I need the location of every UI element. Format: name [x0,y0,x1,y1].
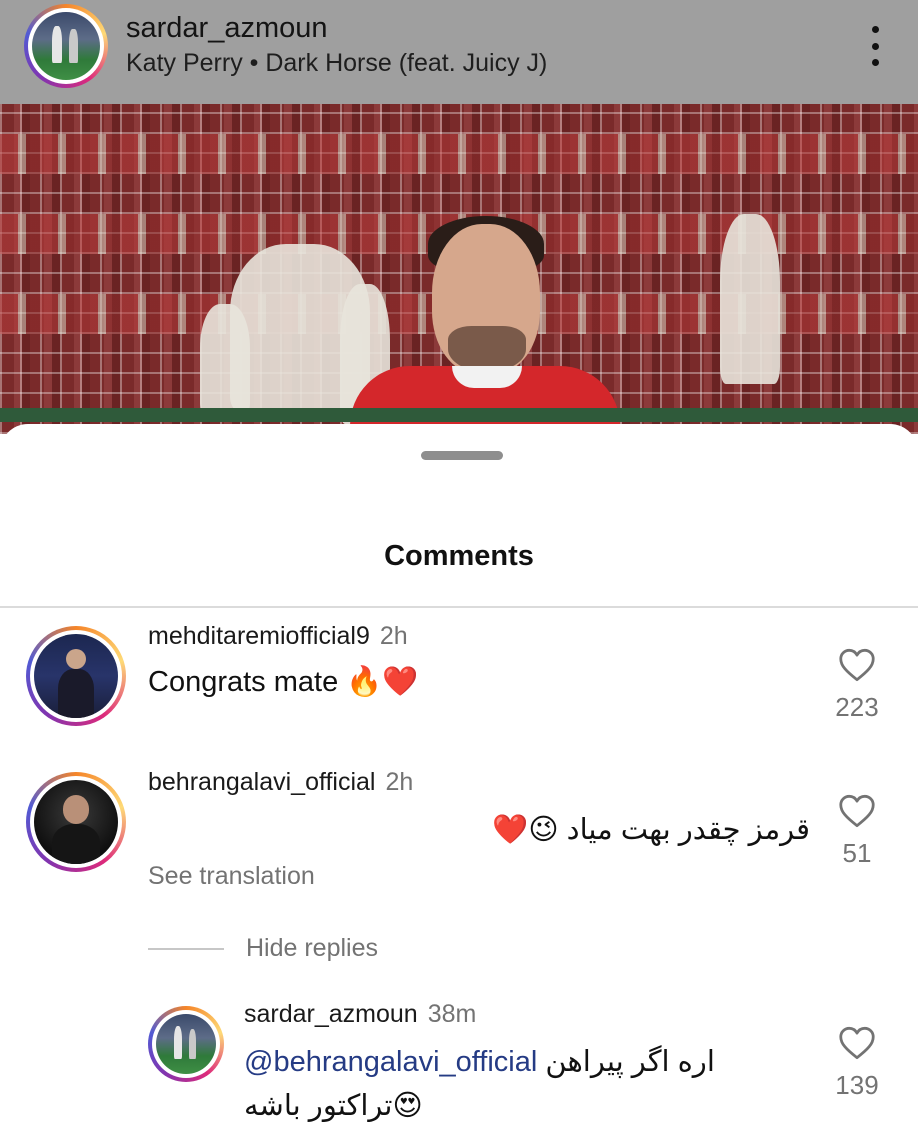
reply-emoji: 😍 [392,1088,423,1122]
post-author-username[interactable]: sardar_azmoun [126,12,328,45]
comment-like: 223 [827,648,887,723]
see-translation-link[interactable]: See translation [148,862,315,891]
post-author-avatar[interactable] [24,4,108,88]
hide-replies-label: Hide replies [246,934,379,962]
like-count: 139 [835,1070,879,1100]
comment-header: behrangalavi_official 2h [148,768,413,797]
reply-body-line1: اره اگر پیراهن [545,1046,715,1078]
heart-icon[interactable] [838,1026,876,1060]
comment-time: 2h [385,768,414,796]
reply-time: 38m [427,1000,477,1028]
comment-body: Congrats mate [148,666,339,698]
more-vertical-icon[interactable] [866,26,884,66]
divider [0,606,918,608]
reply-text-line1: @behrangalavi_official اره اگر پیراهن [244,1044,715,1079]
post-header: sardar_azmoun Katy Perry • Dark Horse (f… [0,0,918,104]
sheet-drag-handle[interactable] [421,451,503,460]
comment-emojis: 😉❤️ [492,812,559,846]
comments-sheet: Comments mehditaremiofficial9 2h Congrats… [0,424,918,1122]
heart-icon[interactable] [838,794,876,828]
comment-time: 2h [379,622,408,650]
comment-username[interactable]: mehditaremiofficial9 [148,622,370,650]
reply-username[interactable]: sardar_azmoun [244,1000,418,1028]
comment-avatar[interactable] [26,772,126,872]
reply-text-line2: تراکتور باشه😍 [244,1088,423,1122]
comment-header: mehditaremiofficial9 2h [148,622,408,651]
reply-header: sardar_azmoun 38m [244,1000,476,1029]
reply-like: 139 [827,1026,887,1101]
post-media-image [0,104,918,434]
reply-body-line2: تراکتور باشه [244,1090,393,1122]
divider [148,947,224,950]
comments-title: Comments [384,540,534,572]
comment-avatar[interactable] [26,626,126,726]
comment-emojis: 🔥❤️ [346,664,419,698]
comment-body: قرمز چقدر بهت میاد [566,814,810,846]
reply-mention[interactable]: @behrangalavi_official [244,1046,537,1078]
heart-icon[interactable] [838,648,876,682]
hide-replies-button[interactable]: Hide replies [148,934,378,963]
post-music-label[interactable]: Katy Perry • Dark Horse (feat. Juicy J) [126,49,547,78]
comment-username[interactable]: behrangalavi_official [148,768,375,796]
like-count: 51 [842,838,872,868]
reply-avatar[interactable] [148,1006,224,1082]
like-count: 223 [835,692,879,722]
comment-text: Congrats mate 🔥❤️ [148,664,418,699]
comment-like: 51 [827,794,887,869]
comment-text: قرمز چقدر بهت میاد 😉❤️ [490,812,810,847]
